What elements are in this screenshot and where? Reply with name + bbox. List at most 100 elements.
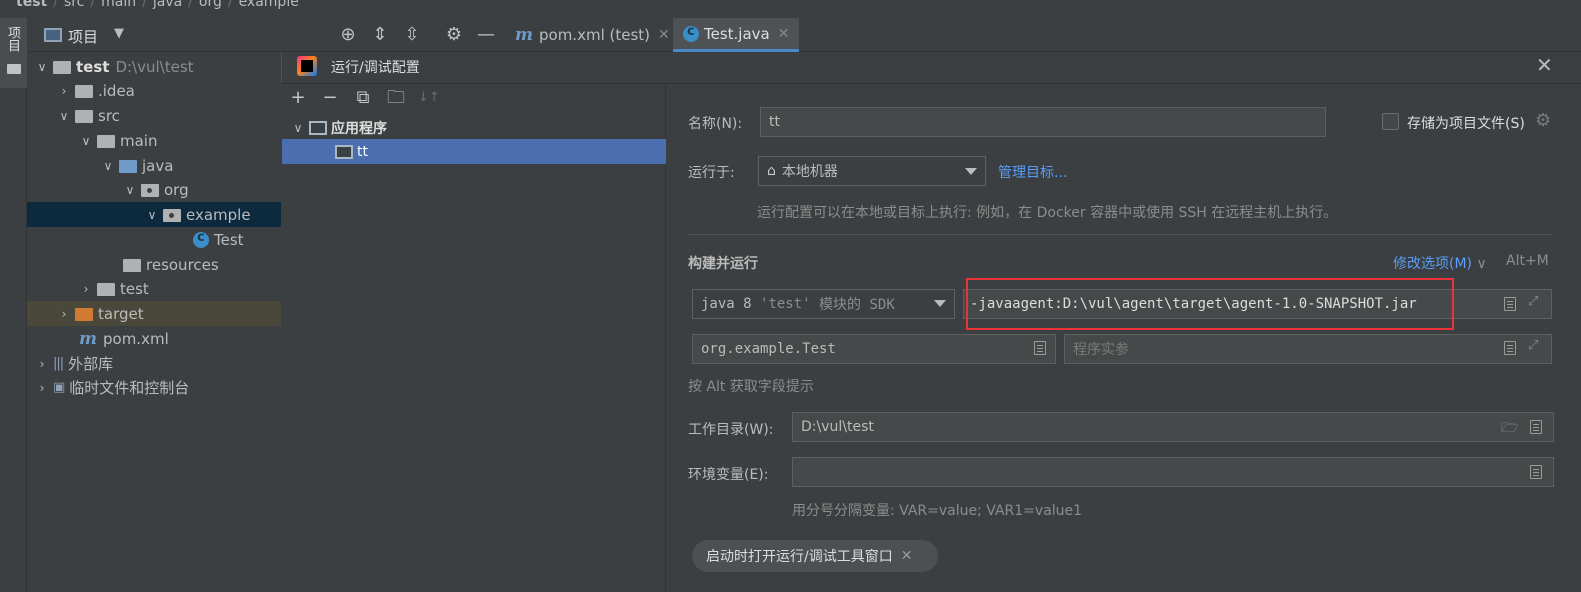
breadcrumb-item[interactable]: main xyxy=(101,0,136,10)
tree-item-label: test xyxy=(76,57,110,76)
tree-item-test-folder[interactable]: › test xyxy=(27,276,281,301)
close-icon[interactable]: ✕ xyxy=(901,548,913,564)
tree-item-main[interactable]: ∨ main xyxy=(27,128,281,153)
close-icon[interactable]: ✕ xyxy=(1536,53,1553,77)
chevron-right-icon[interactable]: › xyxy=(79,282,93,296)
expand-text-icon[interactable] xyxy=(1504,341,1516,355)
chevron-down-icon[interactable] xyxy=(934,300,946,307)
chevron-down-icon[interactable]: ∨ xyxy=(291,121,305,135)
copy-icon[interactable]: ⧉ xyxy=(353,88,373,108)
chevron-right-icon[interactable]: › xyxy=(57,84,71,98)
alt-hint: 按 Alt 获取字段提示 xyxy=(688,379,814,395)
chevron-down-icon[interactable]: ∨ xyxy=(145,208,159,222)
chevron-down-icon[interactable]: ∨ xyxy=(35,60,49,74)
project-tool-window-tab[interactable]: 项目 xyxy=(0,18,27,88)
chevron-down-icon[interactable]: ∨ xyxy=(79,134,93,148)
tree-item-label: test xyxy=(120,279,149,298)
tree-item-test-class[interactable]: Test xyxy=(27,227,281,252)
program-args-field[interactable]: 程序实参 xyxy=(1064,334,1552,364)
name-field[interactable]: tt xyxy=(760,107,1326,137)
chevron-right-icon[interactable]: › xyxy=(35,381,49,395)
dialog-title: 运行/调试配置 xyxy=(331,60,420,76)
tab-test-java[interactable]: Test.java ✕ xyxy=(673,18,800,52)
breadcrumb-item[interactable]: src xyxy=(64,0,84,10)
chevron-down-icon[interactable]: ∨ xyxy=(57,109,71,123)
tree-item-resources[interactable]: resources xyxy=(27,252,281,277)
expand-icon[interactable]: ⤢ xyxy=(1528,338,1538,353)
manage-targets-link[interactable]: 管理目标... xyxy=(998,162,1067,182)
maven-icon: m xyxy=(79,328,97,349)
open-tool-window-chip[interactable]: 启动时打开运行/调试工具窗口 ✕ xyxy=(692,540,938,572)
chevron-right-icon[interactable]: › xyxy=(57,307,71,321)
package-icon xyxy=(141,184,159,197)
tree-item-pom[interactable]: m pom.xml xyxy=(27,326,281,351)
chevron-down-icon[interactable]: ∨ xyxy=(101,159,115,173)
tab-label: Test.java xyxy=(704,24,770,43)
tree-item-target[interactable]: › target xyxy=(27,301,281,326)
main-class-field[interactable]: org.example.Test xyxy=(692,334,1056,364)
edit-env-icon[interactable] xyxy=(1530,465,1542,479)
close-icon[interactable]: ✕ xyxy=(778,26,790,42)
breadcrumb-item[interactable]: test xyxy=(16,0,47,10)
chevron-down-icon[interactable]: ∨ xyxy=(123,183,137,197)
folder-add-icon[interactable]: 🗀 xyxy=(386,88,406,108)
module-folder-icon xyxy=(53,61,71,74)
hide-icon[interactable]: — xyxy=(475,24,497,46)
navigation-bar: test / src / main / java / org / example xyxy=(0,0,1581,18)
tree-item-example[interactable]: ∨ example xyxy=(27,202,281,227)
config-item-tt[interactable]: tt xyxy=(282,139,666,164)
tree-item-label: resources xyxy=(146,255,219,274)
tree-item-src[interactable]: ∨ src xyxy=(27,103,281,128)
chevron-down-icon[interactable]: ▼ xyxy=(114,26,124,41)
section-title: 构建并运行 xyxy=(688,256,758,272)
gear-icon[interactable]: ⚙ xyxy=(1535,110,1551,131)
store-as-project-file-label: 存储为项目文件(S) xyxy=(1407,116,1525,132)
browse-class-icon[interactable] xyxy=(1034,341,1046,355)
tree-item-label: java xyxy=(142,156,174,175)
maven-icon: m xyxy=(515,25,533,45)
project-panel-header xyxy=(27,18,505,52)
modify-options-link[interactable]: 修改选项(M) ∨ xyxy=(1393,253,1487,273)
tool-window-strip xyxy=(0,18,27,592)
chevron-right-icon[interactable]: › xyxy=(35,357,49,371)
tree-item-idea[interactable]: › .idea xyxy=(27,78,281,103)
expand-text-icon[interactable] xyxy=(1504,297,1516,311)
env-hint: 用分号分隔变量: VAR=value; VAR1=value1 xyxy=(792,503,1083,519)
tree-item-project-root[interactable]: ∨ test D:\vul\test xyxy=(27,54,281,79)
folder-open-icon[interactable]: 🗁 xyxy=(1501,417,1518,441)
config-group-application[interactable]: ∨ 应用程序 xyxy=(281,115,666,140)
workdir-field[interactable]: D:\vul\test xyxy=(792,412,1554,442)
close-icon[interactable]: ✕ xyxy=(658,27,670,43)
sort-icon[interactable]: ↓↑ xyxy=(418,88,440,108)
folder-icon xyxy=(97,283,115,296)
expand-all-icon[interactable]: ⇕ xyxy=(369,24,391,46)
locate-icon[interactable]: ⊕ xyxy=(337,24,359,46)
tree-item-external-libraries[interactable]: › ||| 外部库 xyxy=(27,351,281,376)
gear-icon[interactable]: ⚙ xyxy=(443,24,465,46)
folder-icon xyxy=(7,64,21,74)
sdk-module: 'test' xyxy=(760,296,811,312)
project-panel-title[interactable]: 项目 xyxy=(68,26,98,47)
tab-pom-xml[interactable]: m pom.xml (test) ✕ xyxy=(505,18,680,52)
tree-item-scratches[interactable]: › ▣ 临时文件和控制台 xyxy=(27,375,281,400)
env-field[interactable] xyxy=(792,457,1554,487)
tree-item-java[interactable]: ∨ java xyxy=(27,153,281,178)
breadcrumb-item[interactable]: example xyxy=(239,0,299,10)
remove-icon[interactable]: − xyxy=(320,88,340,108)
main-class-value: org.example.Test xyxy=(701,341,836,357)
tree-item-org[interactable]: ∨ org xyxy=(27,177,281,202)
highlight-box xyxy=(966,278,1454,330)
workdir-value: D:\vul\test xyxy=(801,419,874,435)
chevron-down-icon[interactable] xyxy=(965,168,977,175)
store-as-project-file-checkbox[interactable] xyxy=(1382,113,1399,130)
breadcrumb-item[interactable]: org xyxy=(199,0,222,10)
resources-folder-icon xyxy=(123,259,141,272)
insert-macro-icon[interactable] xyxy=(1530,420,1542,434)
add-icon[interactable]: + xyxy=(288,88,308,108)
breadcrumb-item[interactable]: java xyxy=(153,0,182,10)
run-on-select[interactable]: ⌂ 本地机器 xyxy=(758,156,986,186)
collapse-all-icon[interactable]: ⇳ xyxy=(401,24,423,46)
expand-icon[interactable]: ⤢ xyxy=(1528,294,1538,309)
sdk-select[interactable]: java 8 'test' 模块的 SDK xyxy=(692,289,955,319)
folder-icon xyxy=(75,110,93,123)
